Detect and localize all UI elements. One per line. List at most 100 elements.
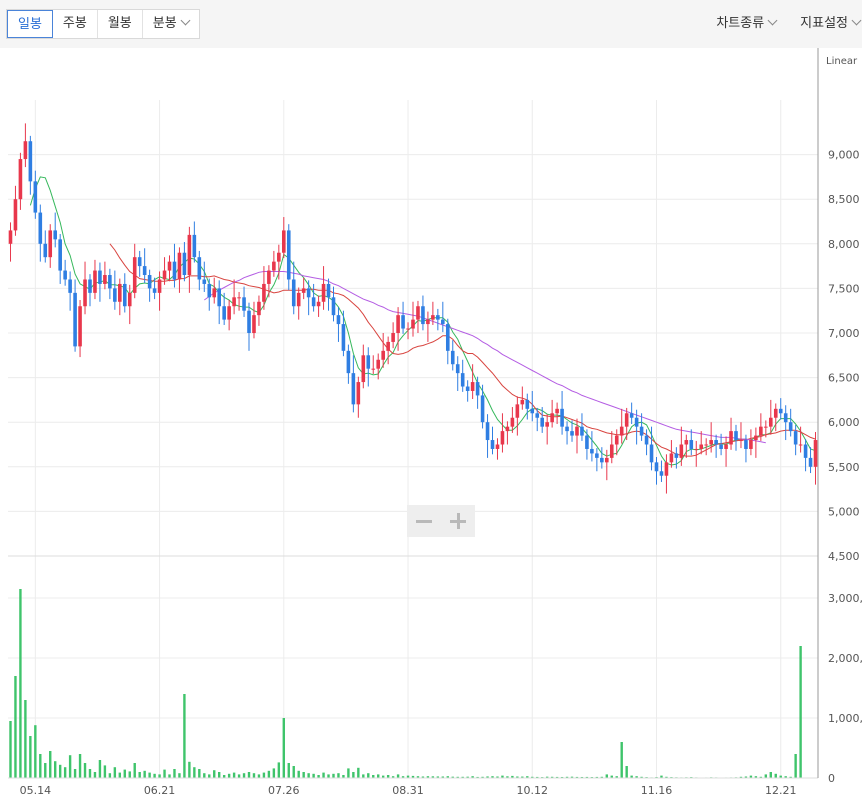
candle-body [644, 435, 649, 445]
candle-body [356, 382, 361, 405]
date-tick-label: 10.12 [517, 784, 549, 797]
candle-body [540, 417, 545, 427]
candle-body [545, 422, 549, 427]
candle-body [416, 306, 420, 320]
candle-body [445, 324, 450, 351]
candle-body [490, 440, 495, 449]
date-tick-label: 08.31 [392, 784, 424, 797]
candle-body [525, 399, 530, 409]
volume-bar [9, 721, 12, 778]
volume-bar [217, 772, 221, 778]
candle-body [68, 279, 72, 293]
candle-body [88, 279, 92, 293]
candle-body [744, 440, 748, 449]
candle-body [684, 440, 689, 445]
candle-body [222, 306, 226, 320]
tab-minute[interactable]: 분봉 [143, 10, 199, 38]
candle-body [391, 333, 395, 342]
volume-bar [148, 772, 151, 778]
candle-body [187, 234, 192, 276]
candle-body [202, 279, 207, 284]
candle-body [565, 426, 569, 432]
candle-body [813, 440, 818, 467]
chart-toolbar: 일봉 주봉 월봉 분봉 차트종류 지표설정 [0, 0, 862, 48]
volume-bar [799, 646, 802, 778]
volume-bar [198, 769, 201, 778]
indicator-settings-dropdown[interactable]: 지표설정 [798, 9, 862, 39]
candle-body [679, 444, 684, 458]
chevron-down-icon [851, 15, 862, 26]
volume-bar [143, 770, 146, 778]
candle-body [247, 310, 251, 333]
candle-body [311, 297, 316, 307]
chart-type-dropdown[interactable]: 차트종류 [714, 9, 778, 39]
volume-bar [764, 774, 768, 778]
price-tick-label: 5,000 [828, 505, 860, 518]
price-tick-label: 8,000 [828, 238, 860, 251]
chevron-down-icon [180, 15, 191, 26]
candle-body [500, 431, 505, 445]
volume-bar [252, 773, 256, 778]
candle-body [267, 270, 271, 284]
candle-body [137, 257, 142, 267]
volume-tick-label: 3,000,000 [828, 592, 862, 605]
candle-body [281, 230, 286, 253]
candle-body [624, 413, 629, 427]
candle-body [634, 417, 639, 427]
volume-bar [14, 676, 17, 778]
zoom-out-button[interactable] [407, 505, 441, 537]
volume-bar [262, 772, 266, 778]
price-tick-label: 7,000 [828, 327, 860, 340]
candle-body [510, 417, 515, 427]
tab-monthly[interactable]: 월봉 [98, 10, 143, 38]
volume-bar [29, 736, 32, 778]
candle-body [485, 422, 490, 441]
candle-body [431, 315, 435, 320]
volume-bar [322, 772, 325, 778]
candle-body [605, 457, 609, 463]
price-tick-label: 4,500 [828, 550, 860, 563]
volume-bar [267, 770, 271, 778]
candle-body [629, 413, 634, 418]
zoom-in-button[interactable] [441, 505, 475, 537]
volume-bar [58, 764, 62, 778]
candle-body [286, 230, 291, 280]
candle-body [28, 141, 33, 182]
candle-body [560, 408, 564, 427]
candle-body [505, 426, 510, 432]
candle-body [719, 444, 723, 449]
candle-body [724, 444, 728, 449]
candle-body [58, 239, 62, 271]
candle-body [495, 444, 500, 449]
candle-body [73, 292, 77, 347]
tab-weekly[interactable]: 주봉 [53, 10, 98, 38]
volume-bar [98, 760, 102, 778]
volume-bar [292, 766, 295, 778]
volume-bar [282, 718, 285, 778]
minus-icon [416, 519, 432, 523]
volume-bar [113, 767, 117, 778]
stock-chart[interactable]: 9,000 8,500 8,000 7,500 7,000 6,500 6,000 5,500… [0, 48, 862, 805]
candle-body [331, 297, 336, 316]
chart-type-label: 차트종류 [716, 16, 765, 31]
candle-body [13, 199, 18, 231]
volume-bar [153, 773, 156, 778]
candle-body [465, 386, 470, 391]
candle-body [619, 426, 624, 436]
candle-body [192, 234, 197, 258]
candle-body [694, 448, 699, 450]
candle-body [759, 426, 763, 436]
volume-tick-label: 2,000,000 [828, 652, 862, 665]
scale-mode-label[interactable]: Linear [826, 56, 858, 67]
candle-body [555, 408, 559, 414]
candle-body [674, 453, 679, 458]
candle-body [595, 453, 599, 458]
candle-body [709, 440, 713, 445]
volume-tick-label: 1,000,000 [828, 712, 862, 725]
candle-body [38, 212, 43, 244]
indicator-settings-label: 지표설정 [800, 16, 848, 31]
tab-daily[interactable]: 일봉 [7, 10, 53, 38]
candle-body [808, 457, 813, 467]
candle-body [734, 431, 738, 441]
candle-body [18, 159, 23, 200]
